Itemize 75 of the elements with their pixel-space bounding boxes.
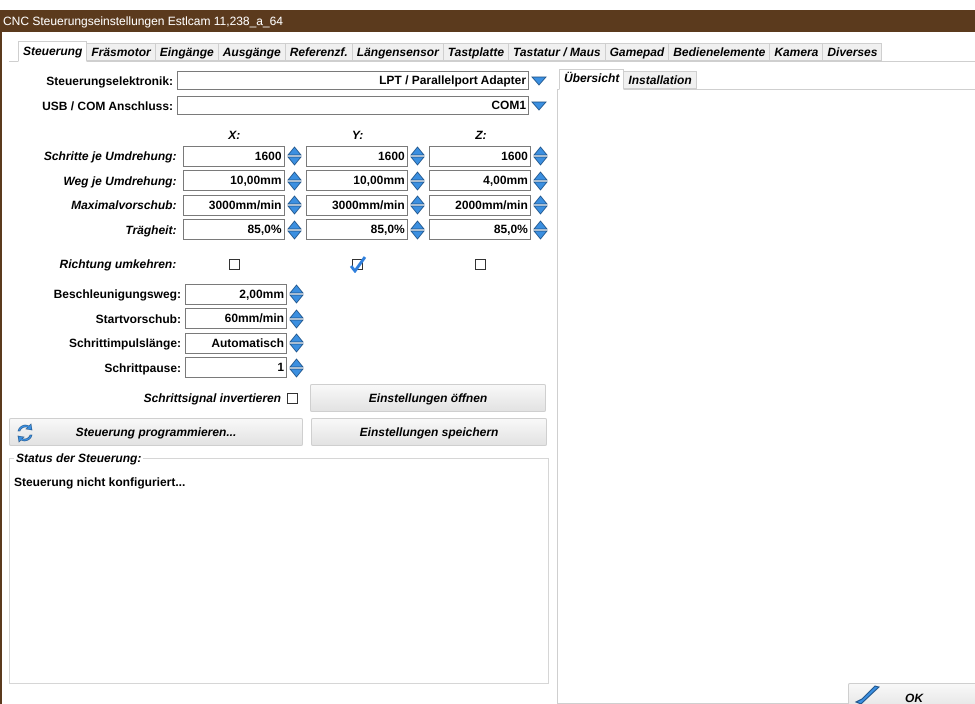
- input-field[interactable]: 10,00mm: [306, 170, 408, 192]
- spinner-icon[interactable]: [410, 170, 425, 191]
- input-field[interactable]: 1600: [428, 146, 531, 167]
- tab[interactable]: Diverses: [823, 43, 882, 61]
- spinner-icon[interactable]: [532, 146, 548, 166]
- dropdown[interactable]: COM1: [177, 96, 529, 115]
- checkbox[interactable]: [475, 258, 486, 270]
- spinner-icon[interactable]: [289, 284, 304, 304]
- axis-header: Y:: [350, 127, 364, 144]
- program-button[interactable]: Steuerung programmieren...: [9, 418, 303, 446]
- field-label: Maximalvorschub:: [70, 197, 178, 214]
- tab[interactable]: Referenzf.: [286, 43, 353, 61]
- tab[interactable]: Gamepad: [606, 43, 670, 61]
- input-field[interactable]: 10,00mm: [182, 170, 284, 192]
- spinner-icon[interactable]: [289, 333, 304, 354]
- input-field[interactable]: 60mm/min: [185, 308, 287, 330]
- field-label: Schrittpause:: [103, 360, 182, 377]
- ok-button[interactable]: OK: [848, 683, 975, 704]
- spinner-icon[interactable]: [286, 195, 302, 216]
- field-label: USB / COM Anschluss:: [41, 98, 174, 114]
- axis-header: Z:: [474, 127, 488, 144]
- input-field[interactable]: 1600: [182, 146, 284, 167]
- input-field[interactable]: Automatisch: [185, 332, 287, 354]
- checkbox[interactable]: [287, 392, 298, 404]
- input-field[interactable]: 3000mm/min: [306, 194, 408, 216]
- spinner-icon[interactable]: [286, 146, 302, 166]
- spinner-icon[interactable]: [410, 220, 425, 240]
- spinner-icon[interactable]: [532, 195, 548, 216]
- tab[interactable]: Tastplatte: [444, 43, 509, 61]
- save-settings-button[interactable]: Einstellungen speichern: [311, 418, 547, 446]
- dropdown-arrow-icon[interactable]: [531, 76, 547, 86]
- tab[interactable]: Tastatur / Maus: [509, 43, 606, 61]
- spinner-icon[interactable]: [410, 195, 425, 216]
- spinner-icon[interactable]: [286, 220, 302, 240]
- open-settings-button[interactable]: Einstellungen öffnen: [310, 384, 546, 412]
- dropdown[interactable]: LPT / Parallelport Adapter: [177, 71, 529, 90]
- input-field[interactable]: 4,00mm: [428, 170, 531, 192]
- spinner-icon[interactable]: [532, 220, 548, 240]
- tab[interactable]: Kamera: [770, 43, 824, 61]
- field-label: Steuerungselektronik:: [45, 72, 174, 90]
- tab[interactable]: Installation: [624, 71, 697, 89]
- spinner-icon[interactable]: [410, 146, 425, 166]
- input-field[interactable]: 85,0%: [182, 219, 284, 240]
- checkmark-icon: [853, 685, 883, 704]
- checkbox[interactable]: [228, 258, 240, 270]
- field-label: Weg je Umdrehung:: [62, 172, 178, 190]
- spinner-icon[interactable]: [289, 358, 304, 378]
- input-field[interactable]: 85,0%: [306, 219, 408, 240]
- field-label: Schritte je Umdrehung:: [42, 148, 178, 166]
- input-field[interactable]: 85,0%: [428, 219, 531, 240]
- window-title: CNC Steuerungseinstellungen Estlcam 11,238_a_64: [3, 13, 283, 30]
- tab[interactable]: Bedienelemente: [669, 43, 770, 61]
- spinner-icon[interactable]: [286, 170, 302, 191]
- spinner-icon[interactable]: [532, 170, 548, 191]
- tab[interactable]: Steuerung: [18, 41, 88, 62]
- field-label: Schrittimpulslänge:: [68, 335, 182, 352]
- tab[interactable]: Eingänge: [156, 43, 219, 61]
- tab[interactable]: Übersicht: [559, 69, 624, 90]
- tab[interactable]: Fräsmotor: [87, 43, 156, 61]
- field-label: Beschleunigungsweg:: [52, 286, 182, 304]
- input-field[interactable]: 1: [185, 357, 287, 378]
- field-label: Startvorschub:: [94, 310, 182, 328]
- checkbox-label: Schrittsignal invertieren: [144, 390, 281, 407]
- input-field[interactable]: 2000mm/min: [428, 194, 531, 216]
- input-field[interactable]: 2,00mm: [185, 284, 287, 305]
- field-label: Richtung umkehren:: [58, 256, 178, 273]
- field-label: Trägheit:: [124, 222, 178, 239]
- input-field[interactable]: 1600: [306, 146, 408, 167]
- axis-header: X:: [226, 127, 242, 144]
- input-field[interactable]: 3000mm/min: [182, 194, 284, 216]
- spinner-icon[interactable]: [289, 308, 304, 329]
- tab[interactable]: Ausgänge: [218, 43, 286, 61]
- group-title: Status der Steuerung:: [14, 451, 144, 465]
- dropdown-arrow-icon[interactable]: [531, 100, 547, 110]
- tab[interactable]: Längensensor: [352, 43, 444, 61]
